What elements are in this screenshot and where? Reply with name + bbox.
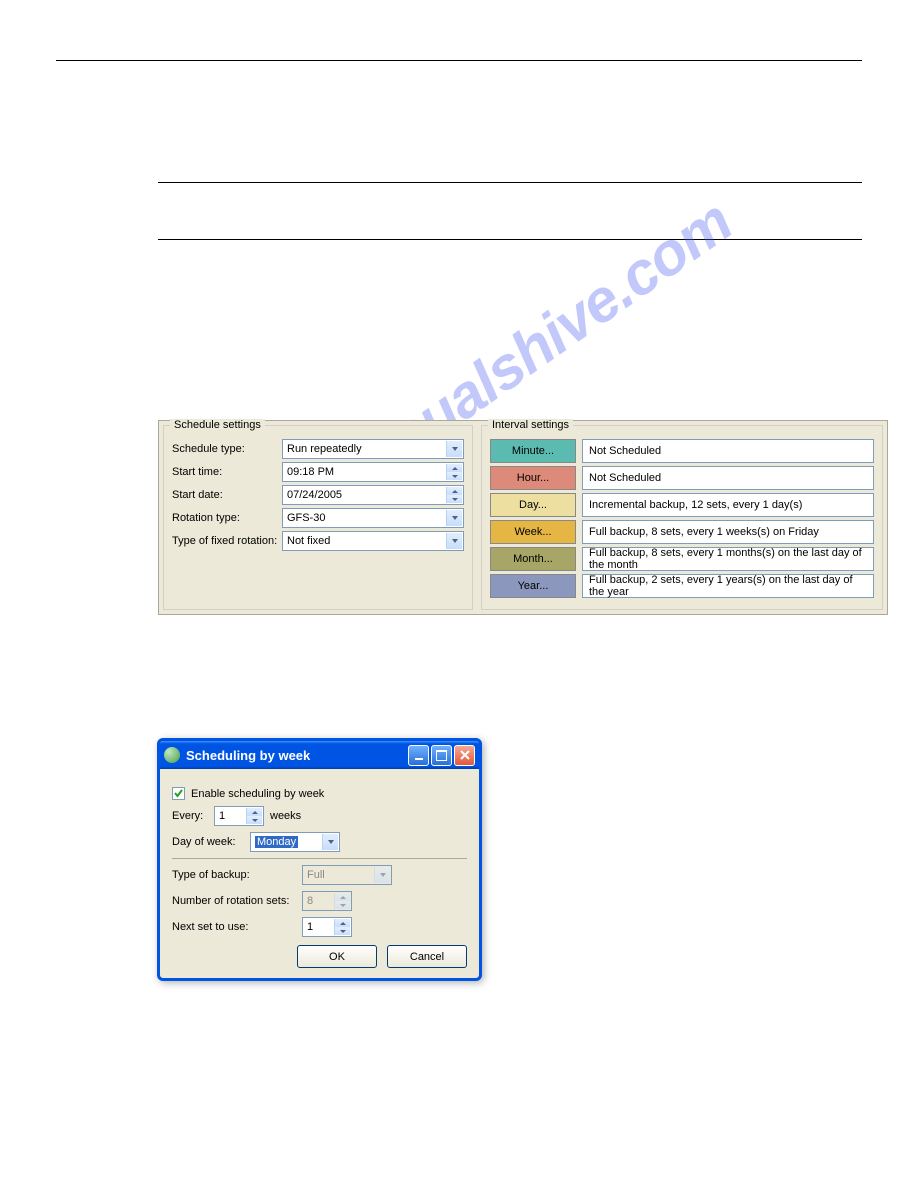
every-value: 1: [219, 810, 225, 822]
cancel-button[interactable]: Cancel: [387, 945, 467, 968]
schedule-type-label: Schedule type:: [172, 443, 282, 455]
interval-legend: Interval settings: [488, 419, 573, 431]
dialog-title: Scheduling by week: [186, 748, 406, 763]
day-of-week-combobox[interactable]: Monday: [250, 832, 340, 852]
start-time-row: Start time: 09:18 PM: [172, 462, 464, 482]
type-of-backup-label: Type of backup:: [172, 869, 302, 881]
interval-month-text: Full backup, 8 sets, every 1 months(s) o…: [582, 547, 874, 571]
type-of-backup-combobox: Full: [302, 865, 392, 885]
spinner-icon: [334, 893, 350, 909]
rotation-type-label: Rotation type:: [172, 512, 282, 524]
next-set-label: Next set to use:: [172, 921, 302, 933]
chevron-down-icon[interactable]: [446, 533, 462, 549]
ok-button[interactable]: OK: [297, 945, 377, 968]
scheduling-by-week-dialog: Scheduling by week Enable scheduling by …: [157, 738, 482, 981]
interval-minute-text: Not Scheduled: [582, 439, 874, 463]
fixed-rotation-label: Type of fixed rotation:: [172, 535, 282, 547]
type-of-backup-row: Type of backup: Full: [172, 865, 467, 885]
spinner-icon[interactable]: [446, 464, 462, 480]
schedule-legend: Schedule settings: [170, 419, 265, 431]
rotation-type-combobox[interactable]: GFS-30: [282, 508, 464, 528]
chevron-down-icon: [374, 867, 390, 883]
app-icon: [164, 747, 180, 763]
interval-day-row: Day... Incremental backup, 12 sets, ever…: [490, 493, 874, 517]
next-set-value: 1: [307, 921, 313, 933]
dialog-button-row: OK Cancel: [172, 945, 467, 968]
interval-year-button[interactable]: Year...: [490, 574, 576, 598]
interval-day-text: Incremental backup, 12 sets, every 1 day…: [582, 493, 874, 517]
weeks-label: weeks: [270, 810, 301, 822]
fixed-rotation-row: Type of fixed rotation: Not fixed: [172, 531, 464, 551]
start-time-input[interactable]: 09:18 PM: [282, 462, 464, 482]
next-set-row: Next set to use: 1: [172, 917, 467, 937]
interval-minute-button[interactable]: Minute...: [490, 439, 576, 463]
start-date-input[interactable]: 07/24/2005: [282, 485, 464, 505]
rotation-sets-row: Number of rotation sets: 8: [172, 891, 467, 911]
interval-week-text: Full backup, 8 sets, every 1 weeks(s) on…: [582, 520, 874, 544]
start-date-value: 07/24/2005: [287, 489, 342, 501]
rotation-sets-label: Number of rotation sets:: [172, 895, 302, 907]
interval-settings-fieldset: Interval settings Minute... Not Schedule…: [481, 425, 883, 610]
day-of-week-label: Day of week:: [172, 836, 250, 848]
start-time-label: Start time:: [172, 466, 282, 478]
chevron-down-icon[interactable]: [446, 510, 462, 526]
rotation-type-row: Rotation type: GFS-30: [172, 508, 464, 528]
interval-month-button[interactable]: Month...: [490, 547, 576, 571]
dialog-titlebar[interactable]: Scheduling by week: [160, 741, 479, 769]
start-date-label: Start date:: [172, 489, 282, 501]
interval-day-button[interactable]: Day...: [490, 493, 576, 517]
settings-panel: Schedule settings Schedule type: Run rep…: [158, 420, 888, 615]
rotation-sets-input: 8: [302, 891, 352, 911]
spinner-icon[interactable]: [246, 808, 262, 824]
check-icon: [173, 788, 184, 799]
interval-minute-row: Minute... Not Scheduled: [490, 439, 874, 463]
schedule-type-value: Run repeatedly: [287, 443, 362, 455]
enable-scheduling-label: Enable scheduling by week: [191, 788, 324, 800]
schedule-settings-fieldset: Schedule settings Schedule type: Run rep…: [163, 425, 473, 610]
spinner-icon[interactable]: [334, 919, 350, 935]
interval-hour-button[interactable]: Hour...: [490, 466, 576, 490]
interval-hour-row: Hour... Not Scheduled: [490, 466, 874, 490]
every-label: Every:: [172, 810, 214, 822]
minimize-button[interactable]: [408, 745, 429, 766]
maximize-button[interactable]: [431, 745, 452, 766]
horizontal-rule: [158, 182, 862, 183]
chevron-down-icon[interactable]: [446, 441, 462, 457]
rotation-type-value: GFS-30: [287, 512, 326, 524]
every-input[interactable]: 1: [214, 806, 264, 826]
close-button[interactable]: [454, 745, 475, 766]
spinner-icon[interactable]: [446, 487, 462, 503]
interval-month-row: Month... Full backup, 8 sets, every 1 mo…: [490, 547, 874, 571]
interval-hour-text: Not Scheduled: [582, 466, 874, 490]
schedule-type-combobox[interactable]: Run repeatedly: [282, 439, 464, 459]
start-time-value: 09:18 PM: [287, 466, 334, 478]
dialog-divider: [172, 858, 467, 859]
interval-year-text: Full backup, 2 sets, every 1 years(s) on…: [582, 574, 874, 598]
interval-week-button[interactable]: Week...: [490, 520, 576, 544]
horizontal-rule: [56, 60, 862, 61]
dialog-body: Enable scheduling by week Every: 1 weeks…: [160, 769, 479, 978]
interval-year-row: Year... Full backup, 2 sets, every 1 yea…: [490, 574, 874, 598]
rotation-sets-value: 8: [307, 895, 313, 907]
enable-scheduling-checkbox[interactable]: [172, 787, 185, 800]
schedule-type-row: Schedule type: Run repeatedly: [172, 439, 464, 459]
interval-week-row: Week... Full backup, 8 sets, every 1 wee…: [490, 520, 874, 544]
day-of-week-value: Monday: [255, 836, 298, 848]
day-of-week-row: Day of week: Monday: [172, 832, 467, 852]
next-set-input[interactable]: 1: [302, 917, 352, 937]
every-row: Every: 1 weeks: [172, 806, 467, 826]
chevron-down-icon[interactable]: [322, 834, 338, 850]
enable-scheduling-row: Enable scheduling by week: [172, 787, 467, 800]
fixed-rotation-combobox[interactable]: Not fixed: [282, 531, 464, 551]
type-of-backup-value: Full: [307, 869, 325, 881]
fixed-rotation-value: Not fixed: [287, 535, 330, 547]
start-date-row: Start date: 07/24/2005: [172, 485, 464, 505]
close-icon: [460, 750, 470, 760]
horizontal-rule: [158, 239, 862, 240]
